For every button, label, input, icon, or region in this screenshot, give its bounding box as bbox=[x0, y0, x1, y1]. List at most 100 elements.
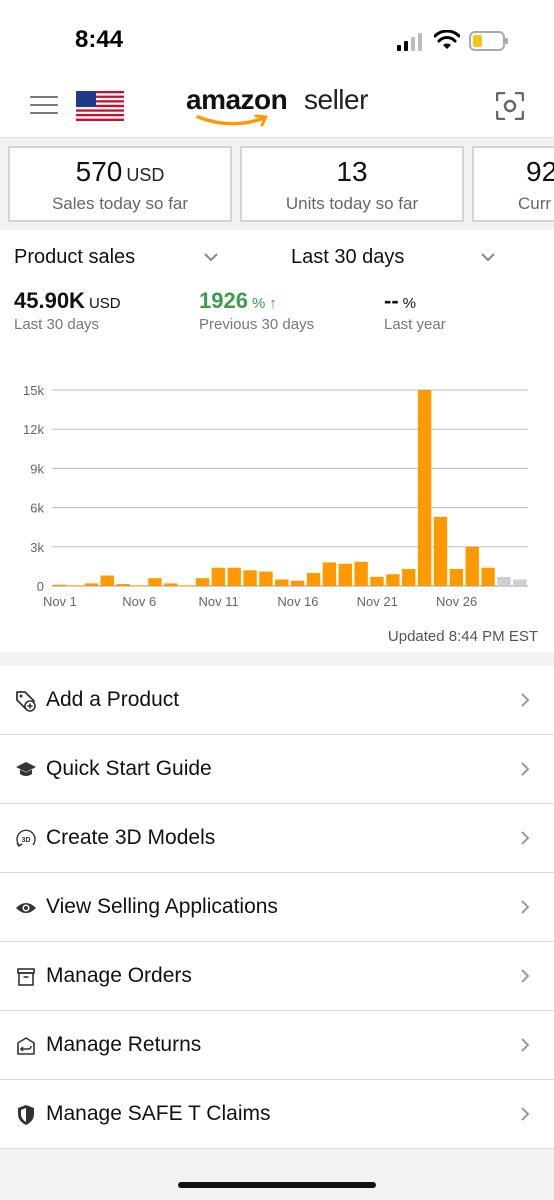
x-tick-label: Nov 26 bbox=[436, 594, 477, 609]
chart-bar bbox=[132, 585, 146, 587]
updated-timestamp: Updated 8:44 PM EST bbox=[387, 628, 538, 645]
units-today-value: 13 bbox=[336, 156, 368, 187]
chart-bar bbox=[148, 578, 162, 586]
chart-bar bbox=[338, 563, 352, 586]
last-year-value: --% bbox=[384, 288, 416, 313]
list-item-label: Add a Product bbox=[46, 688, 180, 711]
sales-today-value: 570 USD bbox=[75, 156, 165, 187]
x-tick-label: Nov 16 bbox=[277, 594, 318, 609]
previous-change-label: Previous 30 days bbox=[199, 316, 315, 333]
chart-bar bbox=[227, 567, 241, 586]
list-item-label: Create 3D Models bbox=[46, 826, 216, 849]
third-metric-label: Curr bbox=[518, 194, 552, 213]
list-item-label: Manage Returns bbox=[46, 1033, 202, 1056]
chart-bar bbox=[195, 578, 210, 586]
chevron-right-icon bbox=[521, 693, 530, 707]
chevron-right-icon bbox=[521, 831, 530, 845]
x-tick-label: Nov 21 bbox=[357, 594, 398, 609]
y-tick-label: 6k bbox=[30, 501, 44, 516]
list-item-label: Quick Start Guide bbox=[46, 757, 212, 780]
chart-bar bbox=[370, 576, 384, 586]
home-indicator[interactable] bbox=[178, 1182, 376, 1188]
x-tick-label: Nov 6 bbox=[122, 594, 156, 609]
list-item-quick-start-guide[interactable]: Quick Start Guide bbox=[0, 735, 554, 804]
chart-bar bbox=[259, 571, 273, 586]
chart-bar bbox=[354, 561, 368, 586]
chart-bar bbox=[179, 585, 194, 587]
chart-bar bbox=[433, 516, 448, 586]
list-item-manage-safe-t-claims[interactable]: Manage SAFE T Claims bbox=[0, 1080, 554, 1149]
chart-bar bbox=[481, 567, 495, 586]
list-item-create-3d-models[interactable]: 3D Create 3D Models bbox=[0, 804, 554, 873]
chart-bar bbox=[53, 584, 67, 586]
add-product-tag-icon bbox=[16, 691, 36, 712]
chart-bar bbox=[116, 584, 130, 586]
graduation-cap-icon bbox=[16, 762, 36, 776]
box-icon bbox=[17, 968, 35, 986]
previous-change-value: 1926% ↑ bbox=[199, 288, 277, 313]
third-metric-value: 92 bbox=[526, 156, 554, 187]
amazon-smile-icon bbox=[196, 114, 268, 127]
wifi-icon bbox=[434, 30, 460, 49]
period-dropdown[interactable]: Last 30 days bbox=[291, 246, 404, 269]
metric-dropdown[interactable]: Product sales bbox=[14, 246, 135, 269]
chart-bar bbox=[84, 583, 99, 586]
chart-bar bbox=[275, 579, 289, 586]
chart-bar bbox=[306, 572, 321, 586]
y-tick-label: 0 bbox=[37, 579, 44, 594]
y-tick-label: 9k bbox=[30, 461, 44, 476]
chart-bar bbox=[449, 569, 464, 586]
chart-bar bbox=[322, 562, 337, 586]
amazon-seller-logo: amazon seller bbox=[186, 84, 368, 128]
chart-bar bbox=[465, 546, 479, 586]
y-tick-label: 12k bbox=[23, 422, 44, 437]
chevron-right-icon bbox=[521, 900, 530, 914]
3d-rotate-icon: 3D bbox=[16, 829, 36, 847]
logo-brand: amazon bbox=[186, 84, 288, 115]
chart-bar bbox=[513, 579, 527, 586]
chart-bar bbox=[243, 570, 257, 586]
third-metric-card[interactable]: 92 Curr bbox=[472, 146, 554, 222]
chevron-right-icon bbox=[521, 1038, 530, 1052]
current-sales-value: 45.90K USD bbox=[14, 288, 121, 313]
chart-bar bbox=[386, 574, 400, 586]
list-item-manage-orders[interactable]: Manage Orders bbox=[0, 942, 554, 1011]
sales-bar-chart: 0 3k 6k 9k 12k 15k Nov 1 Nov 6 Nov 11 Nov 16 Nov 2… bbox=[23, 383, 528, 609]
last-year-label: Last year bbox=[384, 316, 446, 333]
eye-icon bbox=[16, 903, 36, 913]
units-today-card[interactable]: 13 Units today so far bbox=[240, 146, 464, 222]
chevron-right-icon bbox=[521, 969, 530, 983]
chart-bar bbox=[164, 583, 178, 586]
chart-bar bbox=[497, 576, 511, 586]
scan-icon[interactable] bbox=[496, 92, 524, 120]
status-bar: 8:44 bbox=[0, 0, 554, 70]
current-sales-label: Last 30 days bbox=[14, 316, 100, 333]
x-tick-label: Nov 11 bbox=[198, 594, 238, 609]
chevron-down-icon[interactable] bbox=[204, 252, 218, 262]
us-flag-icon[interactable] bbox=[76, 91, 124, 121]
y-tick-label: 3k bbox=[30, 540, 44, 555]
y-tick-label: 15k bbox=[23, 383, 44, 398]
list-item-manage-returns[interactable]: Manage Returns bbox=[0, 1011, 554, 1080]
chevron-right-icon bbox=[521, 762, 530, 776]
sales-today-card[interactable]: 570 USD Sales today so far bbox=[8, 146, 232, 222]
shield-icon bbox=[18, 1105, 34, 1125]
battery-icon bbox=[469, 31, 508, 51]
chart-bar bbox=[100, 575, 114, 586]
chart-bar bbox=[68, 585, 83, 587]
sales-today-label: Sales today so far bbox=[51, 194, 189, 213]
chart-bar bbox=[417, 390, 432, 586]
chart-bar bbox=[211, 567, 226, 586]
list-item-label: Manage SAFE T Claims bbox=[46, 1102, 271, 1125]
logo-suffix: seller bbox=[304, 84, 368, 115]
hamburger-menu-icon[interactable] bbox=[30, 96, 58, 114]
x-tick-label: Nov 1 bbox=[43, 594, 77, 609]
summary-cards: 570 USD Sales today so far 13 Units today… bbox=[0, 138, 554, 230]
list-item-add-product[interactable]: Add a Product bbox=[0, 666, 554, 735]
status-time: 8:44 bbox=[75, 26, 124, 53]
list-item-view-selling-applications[interactable]: View Selling Applications bbox=[0, 873, 554, 942]
cellular-signal-icon bbox=[397, 33, 422, 51]
chart-bar bbox=[291, 580, 305, 586]
list-item-label: Manage Orders bbox=[46, 964, 192, 987]
chevron-down-icon[interactable] bbox=[481, 252, 495, 262]
